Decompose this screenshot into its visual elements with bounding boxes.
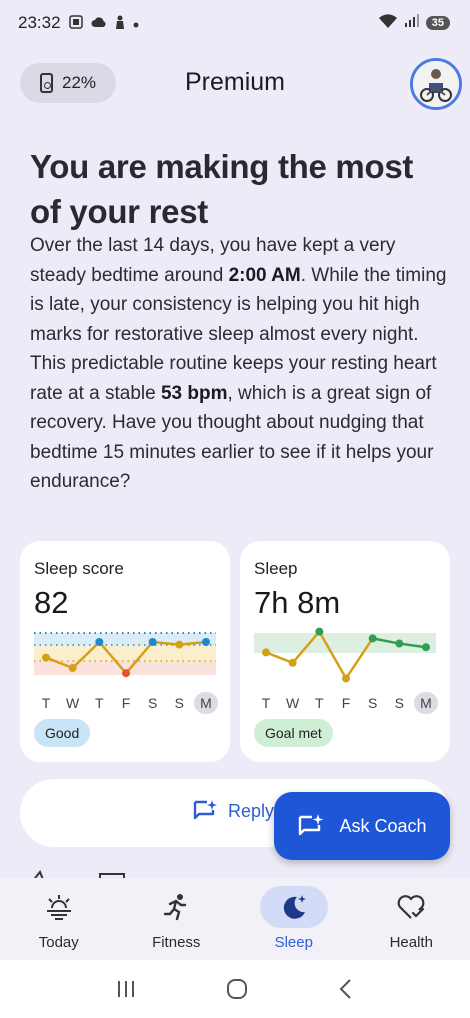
reply-button[interactable]: Reply (192, 799, 274, 823)
nav-item-fitness[interactable]: Fitness (118, 878, 236, 960)
insight-body: Over the last 14 days, you have kept a v… (30, 231, 450, 497)
sleep-score-value: 82 (34, 585, 69, 620)
heart-check-icon (397, 895, 425, 919)
battery-indicator: 35 (425, 16, 450, 30)
wifi-icon (378, 13, 398, 34)
card-title: Sleep (254, 559, 298, 578)
chart-line-segment (265, 651, 294, 664)
card-title: Sleep score (34, 559, 124, 578)
nav-item-today[interactable]: Today (0, 878, 118, 960)
day-label: S (147, 695, 158, 711)
chart-point (422, 643, 430, 652)
nav-label: Fitness (152, 934, 201, 951)
sleep-duration-chart (254, 627, 436, 683)
heart-rate-value: 53 bpm (160, 382, 228, 404)
avatar[interactable] (410, 58, 462, 110)
day-label: W (66, 695, 80, 711)
nav-item-health[interactable]: Health (353, 878, 470, 960)
screenshot-icon (68, 14, 83, 32)
nav-icon-container (377, 886, 445, 928)
day-label: T (261, 695, 271, 711)
sunrise-icon (46, 895, 71, 920)
ask-coach-button[interactable]: Ask Coach (274, 792, 450, 860)
header: 22% Premium (0, 58, 470, 110)
dot-icon (133, 16, 139, 31)
nav-label: Health (389, 934, 433, 951)
day-labels: T W T F S S M (34, 691, 218, 715)
moon-icon (283, 895, 306, 919)
chart-point (95, 638, 104, 646)
back-icon[interactable] (336, 977, 356, 1001)
bottom-nav: Today Fitness Sleep Health (0, 878, 470, 960)
sleep-score-card[interactable]: Sleep score 82 T W T F S S M Good (20, 541, 230, 762)
nav-label: Today (38, 934, 79, 951)
nav-item-sleep[interactable]: Sleep (235, 878, 353, 960)
day-label: F (121, 695, 131, 711)
home-icon[interactable] (225, 977, 249, 1001)
signal-icon (404, 13, 420, 33)
reply-label: Reply (228, 800, 275, 821)
day-label: T (95, 695, 104, 711)
insight-paragraph-2: This predictable routine keeps your rest… (30, 349, 450, 497)
chart-point (315, 627, 324, 636)
status-left: 23:32 (18, 13, 139, 33)
chart-point (68, 664, 77, 672)
nav-icon-container (142, 886, 210, 928)
chart-point (122, 669, 130, 678)
insight-headline: You are making the most of your rest (30, 148, 414, 230)
chart-point (42, 653, 50, 662)
chart-point (202, 638, 210, 646)
band-good (34, 645, 216, 661)
day-label: F (341, 695, 351, 711)
day-label: W (286, 695, 300, 711)
person-icon (115, 15, 125, 32)
day-label: S (367, 695, 378, 711)
sleep-duration-card[interactable]: Sleep 7h 8m T W T F S S M Goal met (240, 541, 450, 762)
status-time: 23:32 (18, 13, 61, 32)
system-nav-bar (0, 960, 470, 1018)
chart-point (288, 658, 297, 667)
chat-sparkle-icon (193, 800, 217, 820)
chart-point (395, 639, 404, 648)
day-label: S (174, 695, 184, 711)
status-right: 35 (378, 13, 450, 34)
day-label-today: M (413, 692, 438, 714)
nav-icon-container (259, 886, 328, 928)
chat-sparkle-icon (299, 814, 324, 836)
sleep-duration-value: 7h 8m (254, 585, 341, 620)
running-icon (164, 894, 187, 921)
day-label-today: M (193, 692, 218, 714)
insight-paragraph-1: Over the last 14 days, you have kept a v… (30, 231, 450, 349)
chart-point (175, 640, 184, 649)
cloud-icon (91, 16, 107, 31)
nav-label: Sleep (274, 934, 313, 951)
status-bar: 23:32 35 (0, 0, 470, 46)
bedtime-value: 2:00 AM (228, 264, 301, 286)
avatar-image (413, 61, 459, 107)
chart-point (262, 648, 270, 657)
chart-point (368, 634, 377, 643)
chart-point (342, 674, 350, 683)
chart-point (148, 638, 157, 646)
nav-icon-container (25, 886, 93, 928)
ask-coach-label: Ask Coach (339, 815, 427, 836)
day-labels: T W T F S S M (254, 691, 438, 715)
day-label: T (41, 695, 51, 711)
goal-band (254, 633, 436, 653)
sleep-score-chart (34, 632, 216, 678)
status-badge: Good (34, 719, 91, 747)
status-badge: Goal met (254, 719, 333, 747)
day-label: T (315, 695, 324, 711)
recent-apps-icon[interactable] (114, 978, 138, 1000)
day-label: S (394, 695, 404, 711)
page-title: Premium (184, 68, 285, 96)
